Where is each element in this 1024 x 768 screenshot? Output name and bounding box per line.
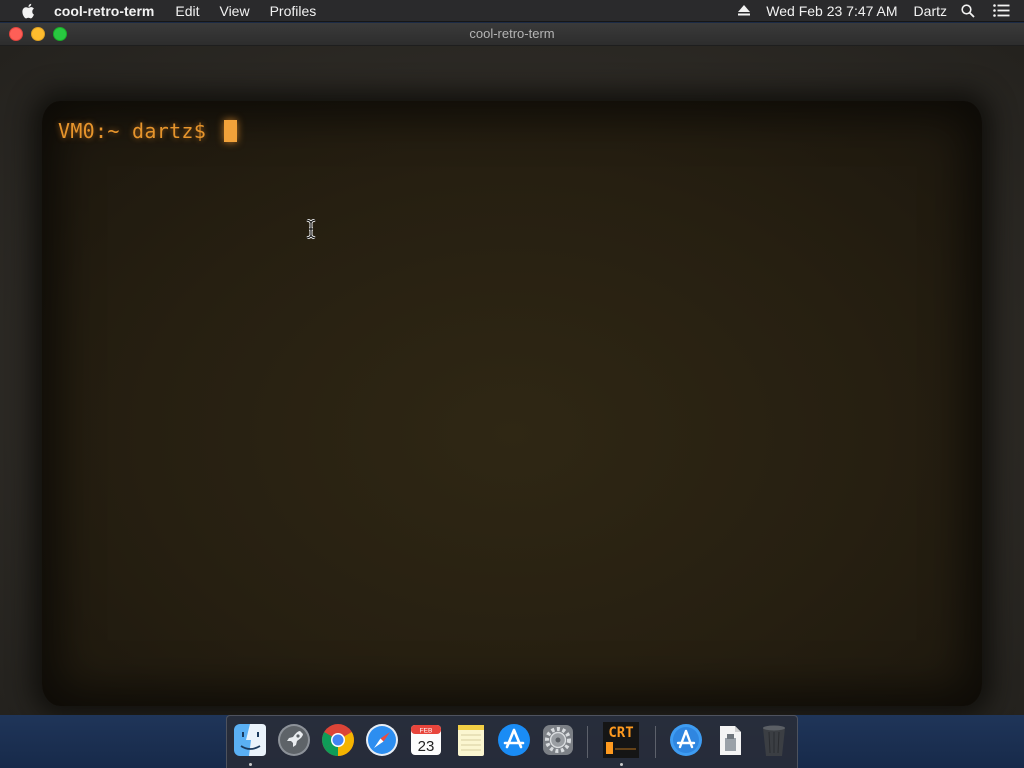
dock-notes[interactable] [452, 722, 488, 758]
dock-system-preferences[interactable] [540, 722, 576, 758]
dock-launchpad[interactable] [276, 722, 312, 758]
calendar-day: 23 [418, 738, 435, 755]
document-stack-icon [720, 726, 741, 755]
launchpad-rocket-icon [278, 724, 310, 756]
close-window-button[interactable] [9, 27, 23, 41]
gear-icon [543, 725, 573, 755]
menu-bar: cool-retro-term Edit View Profiles Wed F… [0, 0, 1024, 22]
terminal-prompt-line: VM0:~ dartz$ [58, 119, 238, 143]
dock-downloads-stack[interactable] [712, 722, 748, 758]
crt-icon: CRT [603, 722, 639, 758]
spotlight-search-icon[interactable] [961, 3, 975, 18]
notification-center-icon[interactable] [993, 4, 1010, 17]
calendar-month: FEB [420, 728, 433, 735]
notes-icon [458, 725, 484, 756]
crt-bezel: VM0:~ dartz$ [0, 46, 1024, 715]
terminal-prompt: VM0:~ dartz$ [58, 119, 219, 143]
dock-separator [655, 726, 656, 758]
dock-separator [587, 726, 588, 758]
dock-applications-folder[interactable] [668, 722, 704, 758]
window-title: cool-retro-term [469, 26, 555, 41]
apple-icon[interactable] [21, 3, 35, 19]
dock-chrome[interactable] [320, 722, 356, 758]
zoom-window-button[interactable] [53, 27, 67, 41]
menu-view[interactable]: View [209, 0, 259, 22]
trash-icon [763, 725, 785, 756]
menu-user[interactable]: Dartz [914, 0, 947, 22]
dock-safari[interactable] [364, 722, 400, 758]
menu-app-name[interactable]: cool-retro-term [54, 0, 165, 22]
running-indicator [249, 763, 252, 766]
chrome-icon [322, 724, 354, 756]
applications-folder-icon [670, 724, 702, 756]
terminal-cursor [224, 120, 238, 142]
dock-cool-retro-term[interactable]: CRT [603, 722, 639, 758]
menu-profiles[interactable]: Profiles [260, 0, 327, 22]
crt-icon-label: CRT [608, 725, 633, 741]
dock-calendar[interactable]: FEB 23 [408, 722, 444, 758]
safari-compass-icon [366, 724, 398, 756]
menu-clock[interactable]: Wed Feb 23 7:47 AM [766, 0, 897, 22]
finder-icon [234, 724, 266, 756]
dock: FEB 23 CRT [226, 715, 798, 768]
terminal-window: cool-retro-term VM0:~ dartz$ [0, 23, 1024, 715]
running-indicator [620, 763, 623, 766]
dock-app-store[interactable] [496, 722, 532, 758]
minimize-window-button[interactable] [31, 27, 45, 41]
menu-edit[interactable]: Edit [165, 0, 209, 22]
eject-icon[interactable] [738, 5, 751, 16]
crt-terminal-screen[interactable]: VM0:~ dartz$ [42, 101, 982, 706]
ibeam-cursor-icon [306, 219, 316, 239]
window-titlebar[interactable]: cool-retro-term [0, 23, 1024, 46]
calendar-icon: FEB 23 [411, 725, 441, 755]
app-store-icon [498, 724, 530, 756]
dock-trash[interactable] [756, 722, 792, 758]
dock-finder[interactable] [232, 722, 268, 758]
